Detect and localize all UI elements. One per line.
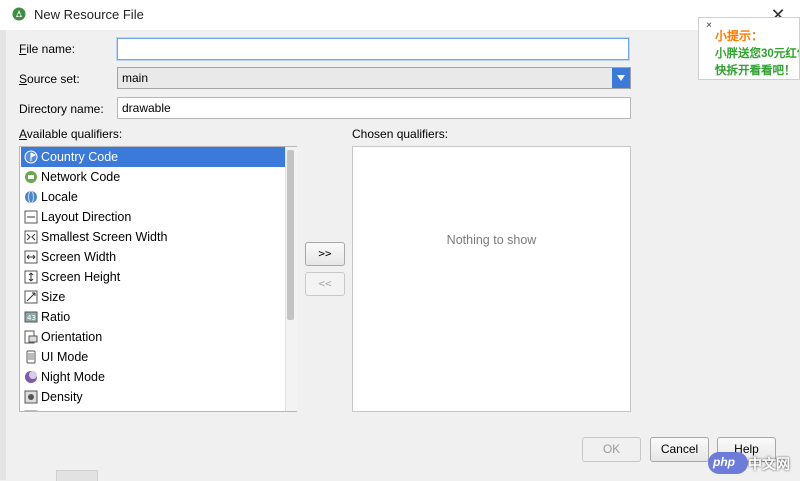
chosen-qualifiers-list[interactable]: Nothing to show <box>352 146 631 412</box>
screen-width-icon <box>24 250 38 264</box>
promo-toast: × 小提示： 小胖送您30元红包 快拆开看看吧！ <box>698 17 800 80</box>
left-edge <box>0 30 6 480</box>
qualifier-label: Ratio <box>41 310 71 324</box>
scrollbar-thumb[interactable] <box>287 150 294 320</box>
android-studio-icon <box>12 7 26 21</box>
qualifier-label: Network Code <box>41 170 121 184</box>
qualifier-label: Screen Height <box>41 270 121 284</box>
source-set-label: Source set: <box>19 72 80 86</box>
available-mnemonic: A <box>19 127 27 141</box>
toast-close-icon[interactable]: × <box>703 20 715 32</box>
background-window-tab <box>56 470 98 481</box>
qualifier-item-size[interactable]: Size <box>21 287 286 307</box>
file-name-field[interactable] <box>117 38 629 60</box>
directory-name-label: Directory name: <box>19 102 104 116</box>
remove-qualifier-button[interactable]: << <box>305 272 345 296</box>
globe-flag-icon <box>24 150 38 164</box>
qualifier-label: Locale <box>41 190 78 204</box>
ui-mode-icon <box>24 350 38 364</box>
smallest-width-icon <box>24 230 38 244</box>
partial-item-icon <box>24 410 38 411</box>
qualifier-item-locale[interactable]: Locale <box>21 187 286 207</box>
watermark-php-text: php <box>713 455 735 469</box>
watermark-cn-text: 中文网 <box>748 456 790 472</box>
qualifier-item-ratio[interactable]: 43 Ratio <box>21 307 286 327</box>
qualifier-label: Smallest Screen Width <box>41 230 168 244</box>
qualifier-label: Screen Width <box>41 250 117 264</box>
qualifier-item-orientation[interactable]: Orientation <box>21 327 286 347</box>
svg-text:43: 43 <box>27 314 36 322</box>
empty-list-text: Nothing to show <box>446 233 537 247</box>
available-qualifiers-list[interactable]: Country Code Network Code Locale Layout … <box>19 146 297 412</box>
density-icon <box>24 390 38 404</box>
source-set-value: main <box>122 71 149 85</box>
file-name-label-text: ile name: <box>26 42 76 56</box>
watermark-logo: php <box>708 452 748 474</box>
qualifier-label: Layout Direction <box>41 210 132 224</box>
cancel-button[interactable]: Cancel <box>650 437 709 462</box>
add-qualifier-button[interactable]: >> <box>305 242 345 266</box>
chevron-down-icon[interactable] <box>612 68 630 88</box>
qualifier-label: Size <box>41 290 66 304</box>
toast-message-line2[interactable]: 快拆开看看吧！ <box>715 62 796 78</box>
qualifier-item-density[interactable]: Density <box>21 387 286 407</box>
source-set-label-text: ource set: <box>27 72 80 86</box>
available-qualifiers-label: Available qualifiers: <box>19 127 122 141</box>
ok-button[interactable]: OK <box>582 437 641 462</box>
qualifier-item-ui-mode[interactable]: UI Mode <box>21 347 286 367</box>
qualifier-label: Orientation <box>41 330 103 344</box>
network-icon <box>24 170 38 184</box>
orientation-icon <box>24 330 38 344</box>
night-mode-icon <box>24 370 38 384</box>
toast-message-line1[interactable]: 小胖送您30元红包 <box>715 45 799 61</box>
php-cn-watermark: php 中文网 <box>708 452 798 476</box>
qualifier-item-screen-height[interactable]: Screen Height <box>21 267 286 287</box>
qualifier-item-layout-direction[interactable]: Layout Direction <box>21 207 286 227</box>
qualifier-label: UI Mode <box>41 350 89 364</box>
qualifier-label: Country Code <box>41 150 119 164</box>
title-bar: New Resource File ✕ <box>0 0 800 30</box>
qualifier-label: Density <box>41 390 83 404</box>
qualifier-item-country-code[interactable]: Country Code <box>21 147 286 167</box>
source-set-mnemonic: S <box>19 72 28 86</box>
directory-name-field[interactable] <box>117 97 631 119</box>
qualifier-item-network-code[interactable]: Network Code <box>21 167 286 187</box>
qualifier-item-night-mode[interactable]: Night Mode <box>21 367 286 387</box>
layout-direction-icon <box>24 210 38 224</box>
file-name-label: File name: <box>19 42 75 56</box>
chosen-qualifiers-label: Chosen qualifiers: <box>352 127 449 141</box>
screen-height-icon <box>24 270 38 284</box>
qualifier-label: Night Mode <box>41 370 105 384</box>
available-label-text: vailable qualifiers: <box>26 127 123 141</box>
ratio-icon: 43 <box>24 310 38 324</box>
source-set-dropdown[interactable]: main <box>117 67 631 89</box>
toast-title: 小提示： <box>715 29 764 43</box>
globe-icon <box>24 190 38 204</box>
qualifier-item-partial <box>21 407 286 411</box>
qualifier-item-smallest-screen-width[interactable]: Smallest Screen Width <box>21 227 286 247</box>
qualifier-item-screen-width[interactable]: Screen Width <box>21 247 286 267</box>
size-icon <box>24 290 38 304</box>
window-title: New Resource File <box>34 7 144 22</box>
